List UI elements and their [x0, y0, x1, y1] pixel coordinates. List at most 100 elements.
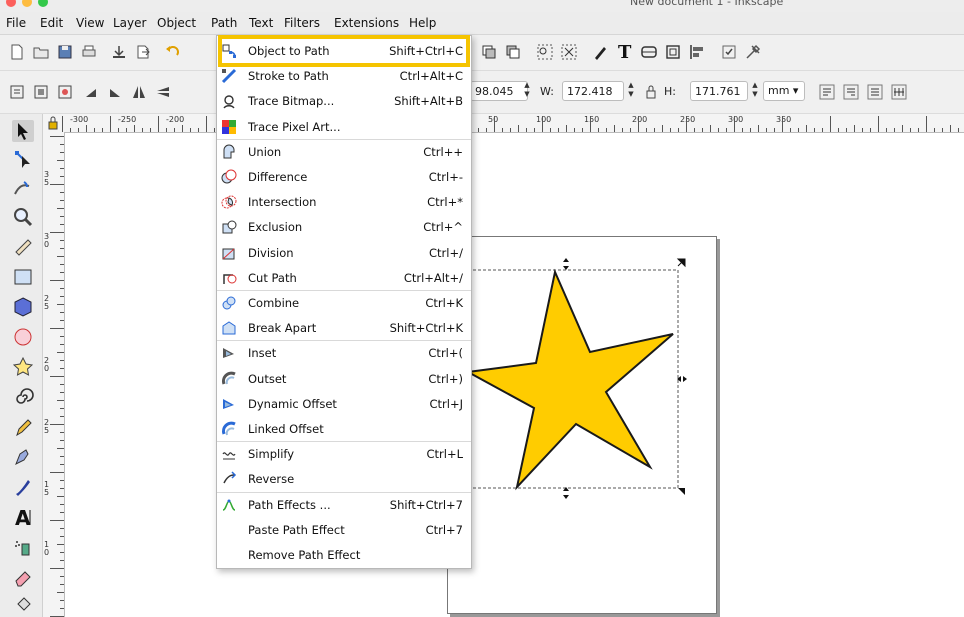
export-icon[interactable] — [134, 43, 152, 61]
menu-item-cut-path[interactable]: Cut Path Ctrl+Alt+/ — [217, 266, 471, 291]
zoom-tool-icon[interactable] — [12, 206, 34, 228]
node-tool-icon[interactable] — [12, 148, 34, 170]
menu-item-remove-path-effect[interactable]: Remove Path Effect — [217, 543, 471, 568]
select-all-icon[interactable] — [8, 83, 26, 101]
menu-edit[interactable]: Edit — [40, 16, 63, 30]
menu-item-dynamic-offset[interactable]: Dynamic Offset Ctrl+J — [217, 392, 471, 417]
document-properties-icon[interactable] — [664, 43, 682, 61]
menu-layer[interactable]: Layer — [113, 16, 146, 30]
3d-box-tool-icon[interactable] — [12, 296, 34, 318]
import-icon[interactable] — [110, 43, 128, 61]
x-position-field[interactable]: 98.045 — [470, 81, 528, 101]
menu-view[interactable]: View — [76, 16, 104, 30]
pencil-tool-icon[interactable] — [12, 416, 34, 438]
menu-item-paste-path-effect[interactable]: Paste Path Effect Ctrl+7 — [217, 518, 471, 543]
menu-item-division[interactable]: Division Ctrl+/ — [217, 241, 471, 266]
reverse-icon — [221, 471, 237, 487]
height-field[interactable]: 171.761 — [690, 81, 748, 101]
preferences-icon[interactable] — [720, 43, 738, 61]
menu-item-trace-pixel-art[interactable]: Trace Pixel Art... — [217, 115, 471, 140]
rotate-cw-icon[interactable] — [106, 83, 124, 101]
pen-tool-icon[interactable] — [12, 446, 34, 468]
menu-item-union[interactable]: Union Ctrl++ — [217, 140, 471, 165]
group-icon[interactable] — [536, 43, 554, 61]
spiral-tool-icon[interactable] — [12, 386, 34, 408]
xml-editor-icon[interactable] — [640, 43, 658, 61]
menu-item-trace-bitmap[interactable]: Trace Bitmap... Shift+Alt+B — [217, 89, 471, 114]
scale-corners-icon[interactable] — [842, 83, 860, 101]
align-distribute-icon[interactable] — [688, 43, 706, 61]
ruler-tick — [942, 128, 943, 132]
eraser-tool-icon[interactable] — [12, 566, 34, 588]
tools-icon[interactable] — [744, 43, 762, 61]
measure-tool-icon[interactable] — [12, 236, 34, 258]
menu-item-path-effects[interactable]: Path Effects ... Shift+Ctrl+7 — [217, 493, 471, 518]
width-spinner[interactable]: ▲ ▼ — [626, 81, 636, 101]
minimize-window-button[interactable] — [22, 0, 32, 7]
menu-item-reverse[interactable]: Reverse — [217, 467, 471, 492]
calligraphy-tool-icon[interactable] — [12, 476, 34, 498]
menu-item-break-apart[interactable]: Break Apart Shift+Ctrl+K — [217, 316, 471, 341]
menu-object[interactable]: Object — [157, 16, 196, 30]
clone-icon[interactable] — [504, 43, 522, 61]
menu-item-linked-offset[interactable]: Linked Offset — [217, 417, 471, 442]
spray-tool-icon[interactable] — [12, 536, 34, 558]
move-patterns-icon[interactable] — [890, 83, 908, 101]
flip-horizontal-icon[interactable] — [130, 83, 148, 101]
tweak-tool-icon[interactable] — [12, 176, 34, 198]
menu-text[interactable]: Text — [249, 16, 273, 30]
ungroup-icon[interactable] — [560, 43, 578, 61]
menu-path[interactable]: Path — [211, 16, 237, 30]
height-spinner[interactable]: ▲ ▼ — [750, 81, 760, 101]
star-tool-icon[interactable] — [12, 356, 34, 378]
menu-item-intersection[interactable]: Intersection Ctrl+* — [217, 190, 471, 215]
ellipse-tool-icon[interactable] — [12, 326, 34, 348]
ruler-tick — [70, 128, 71, 132]
fill-stroke-icon[interactable] — [592, 43, 610, 61]
ruler-tick — [57, 256, 64, 257]
scale-stroke-icon[interactable] — [818, 83, 836, 101]
menu-file[interactable]: File — [6, 16, 26, 30]
rotate-ccw-icon[interactable] — [82, 83, 100, 101]
text-tool-icon[interactable]: A — [12, 506, 34, 528]
ruler-tick — [126, 128, 127, 132]
bucket-tool-icon[interactable] — [12, 594, 34, 616]
deselect-icon[interactable] — [56, 83, 74, 101]
menu-item-label: Combine — [248, 296, 300, 310]
flip-vertical-icon[interactable] — [154, 83, 172, 101]
menu-filters[interactable]: Filters — [284, 16, 320, 30]
ruler-tick — [846, 128, 847, 132]
x-spinner[interactable]: ▲ ▼ — [522, 81, 532, 101]
unit-select[interactable]: mm ▾ — [763, 81, 805, 101]
menu-item-exclusion[interactable]: Exclusion Ctrl+^ — [217, 215, 471, 240]
trace-pixel-art-icon — [221, 119, 237, 135]
zoom-window-button[interactable] — [38, 0, 48, 7]
menu-item-simplify[interactable]: Simplify Ctrl+L — [217, 442, 471, 467]
move-gradients-icon[interactable] — [866, 83, 884, 101]
menu-extensions[interactable]: Extensions — [334, 16, 399, 30]
width-field[interactable]: 172.418 — [562, 81, 624, 101]
save-icon[interactable] — [56, 43, 74, 61]
text-font-icon[interactable]: T — [616, 42, 634, 60]
open-folder-icon[interactable] — [32, 43, 50, 61]
print-icon[interactable] — [80, 43, 98, 61]
ruler-tick — [774, 128, 775, 132]
menu-item-combine[interactable]: Combine Ctrl+K — [217, 291, 471, 316]
lock-guides-icon[interactable] — [44, 114, 58, 130]
close-window-button[interactable] — [6, 0, 16, 7]
new-document-icon[interactable] — [8, 43, 26, 61]
select-all-layers-icon[interactable] — [32, 83, 50, 101]
rectangle-tool-icon[interactable] — [12, 266, 34, 288]
menu-item-stroke-to-path[interactable]: Stroke to Path Ctrl+Alt+C — [217, 64, 471, 89]
horizontal-ruler[interactable]: -300-250-20050100150200250300350 — [42, 114, 964, 133]
selector-tool-icon[interactable] — [12, 120, 34, 142]
vertical-ruler[interactable]: 35302520251510 — [42, 132, 65, 617]
menu-item-difference[interactable]: Difference Ctrl+- — [217, 165, 471, 190]
lock-ratio-icon[interactable] — [642, 83, 660, 101]
undo-icon[interactable] — [163, 43, 181, 61]
menu-item-outset[interactable]: Outset Ctrl+) — [217, 367, 471, 392]
menu-item-inset[interactable]: Inset Ctrl+( — [217, 341, 471, 366]
menu-help[interactable]: Help — [409, 16, 436, 30]
duplicate-icon[interactable] — [480, 43, 498, 61]
ruler-h-label: 200 — [632, 115, 648, 124]
